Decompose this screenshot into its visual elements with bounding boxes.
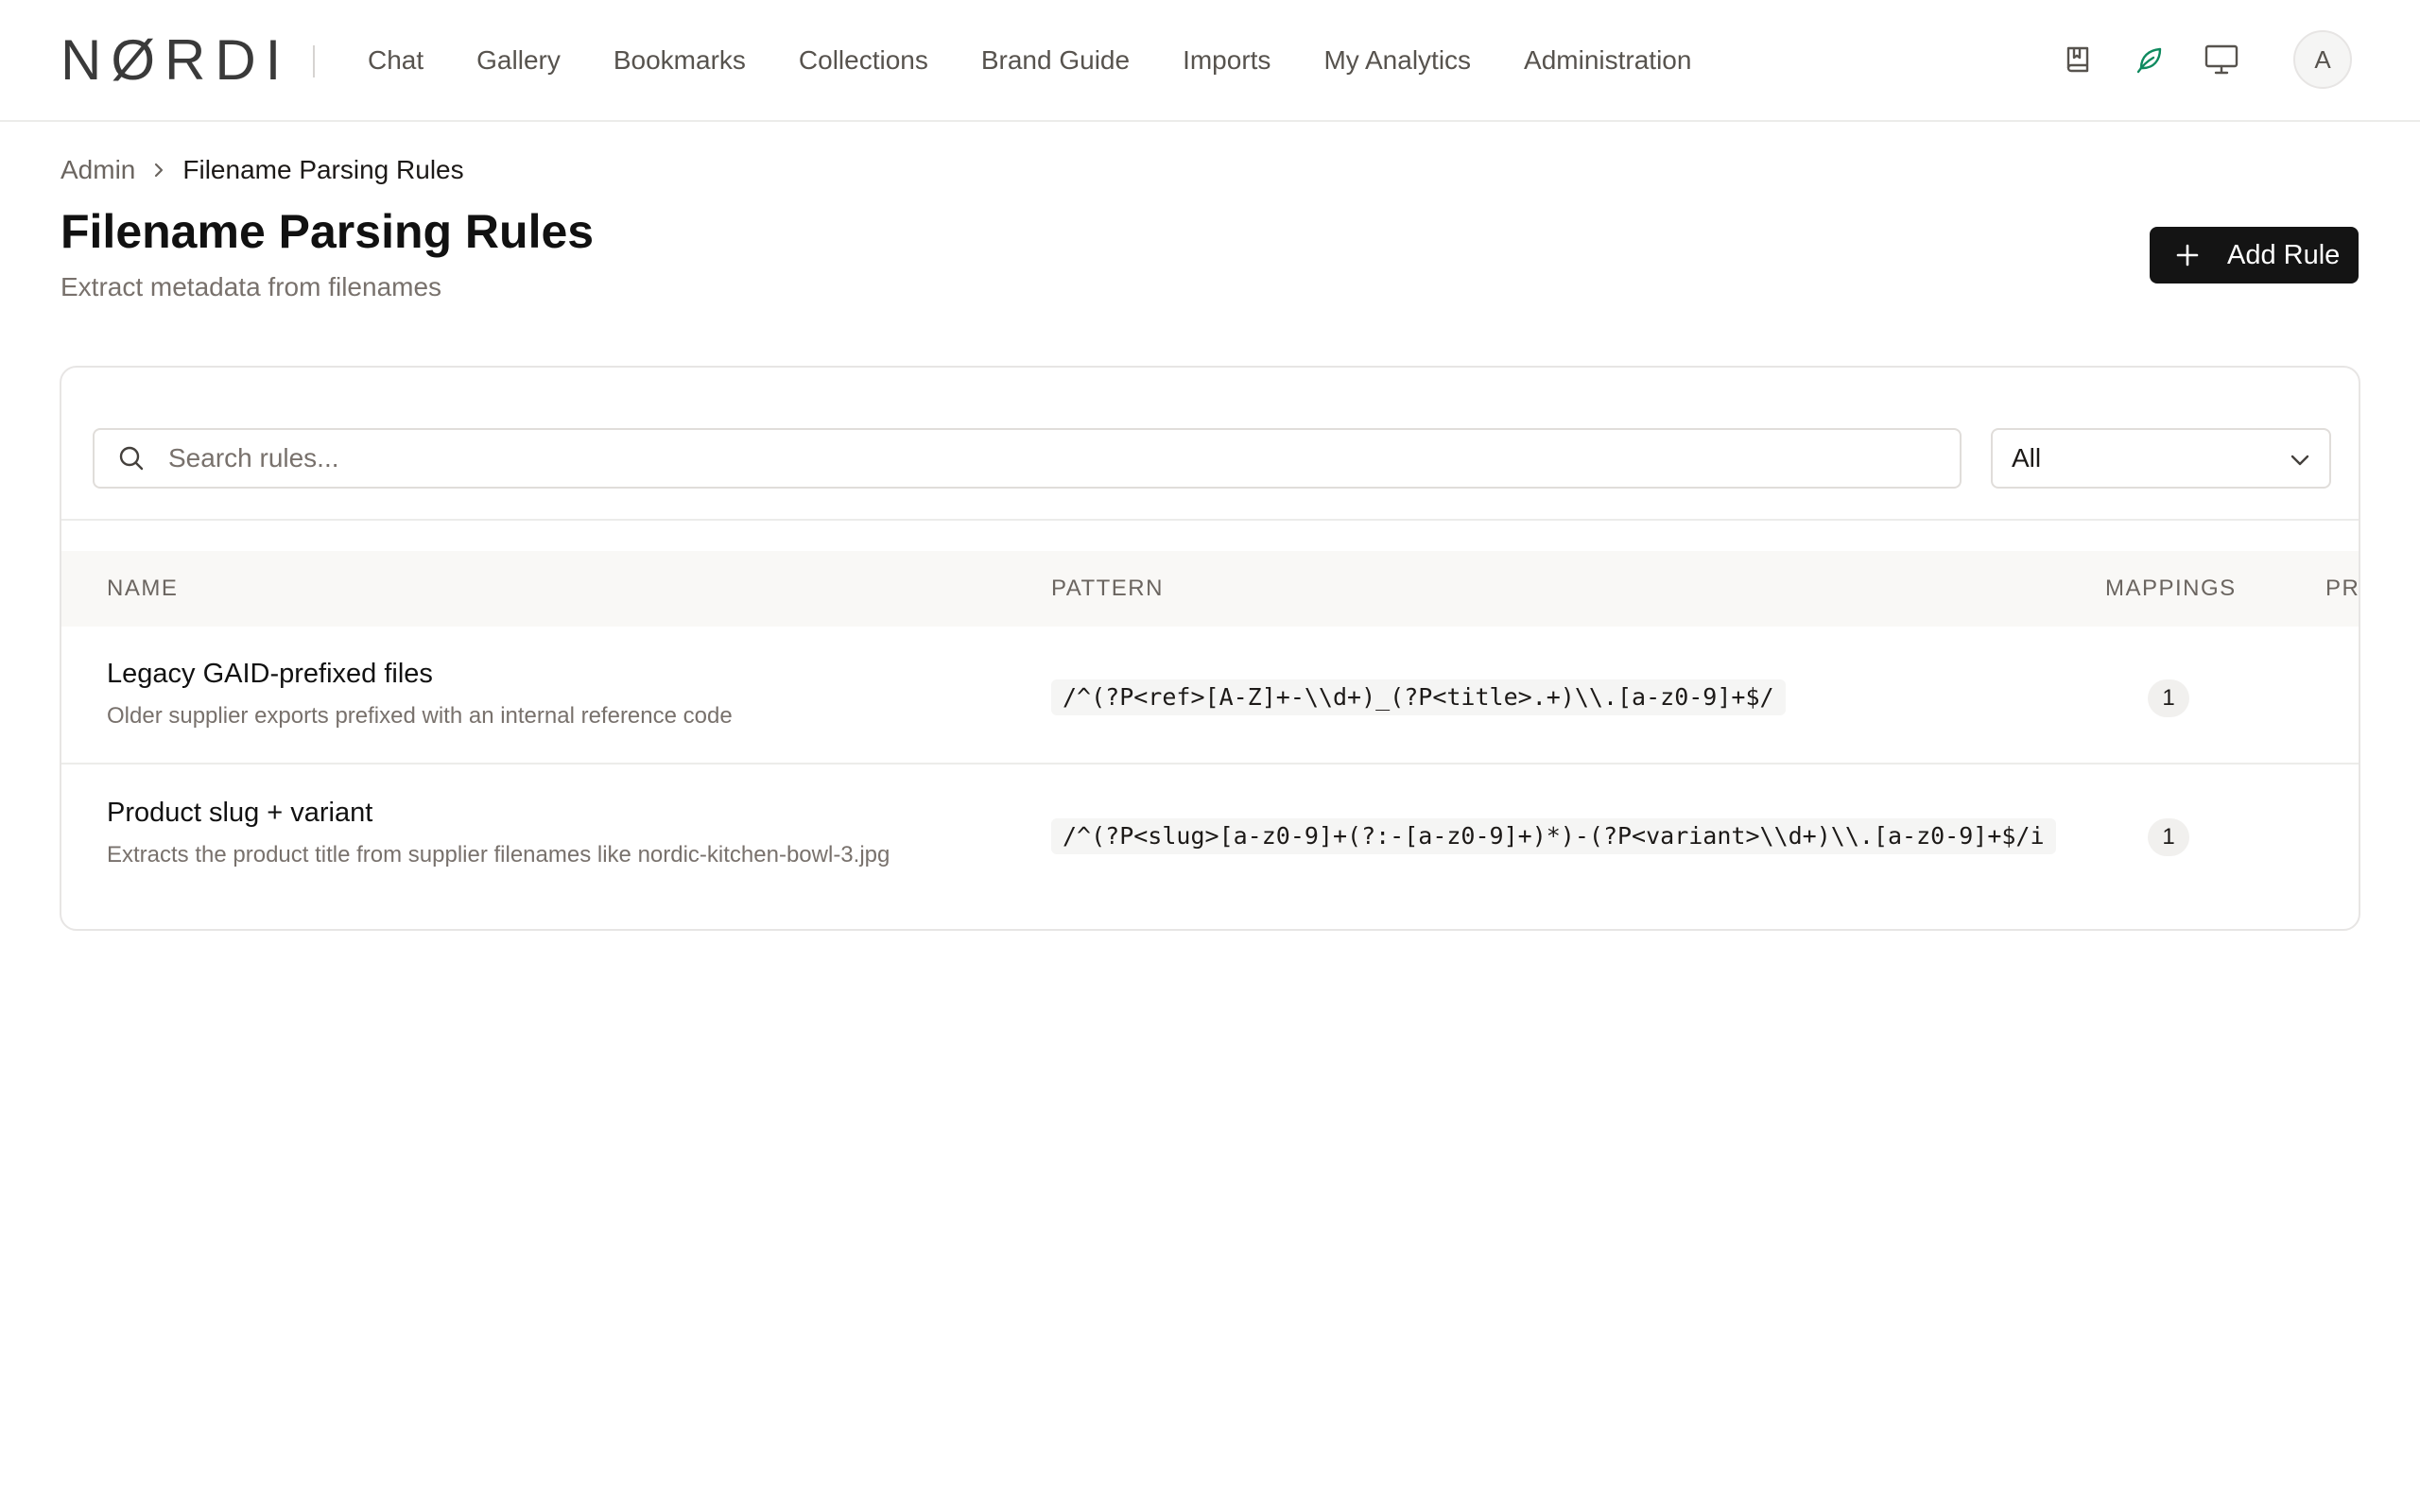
add-rule-button[interactable]: Add Rule bbox=[2150, 227, 2359, 284]
rule-description: Older supplier exports prefixed with an … bbox=[107, 703, 733, 729]
monitor-icon[interactable] bbox=[2203, 41, 2240, 78]
column-header-mappings[interactable]: MAPPINGS bbox=[2105, 551, 2237, 627]
rule-pattern: /^(?P<slug>[a-z0-9]+(?:-[a-z0-9]+)*)-(?P… bbox=[1051, 818, 2056, 854]
nav-item-chat[interactable]: Chat bbox=[368, 42, 424, 79]
nav-item-imports[interactable]: Imports bbox=[1183, 42, 1270, 79]
rule-pattern-cell: /^(?P<ref>[A-Z]+-\\d+)_(?P<title>.+)\\.[… bbox=[1051, 679, 1786, 715]
nav-item-brand-guide[interactable]: Brand Guide bbox=[981, 42, 1130, 79]
app-logo[interactable]: NØRDI bbox=[60, 32, 290, 89]
leaf-icon[interactable] bbox=[2131, 41, 2169, 78]
mappings-count-badge: 1 bbox=[2148, 818, 2189, 856]
status-filter-select[interactable]: All bbox=[1991, 428, 2331, 489]
page-title: Filename Parsing Rules bbox=[60, 205, 595, 258]
breadcrumb: Admin Filename Parsing Rules bbox=[60, 153, 464, 187]
nav-item-gallery[interactable]: Gallery bbox=[476, 42, 561, 79]
logo-divider bbox=[313, 45, 315, 77]
rule-name-cell: Legacy GAID-prefixed files Older supplie… bbox=[107, 655, 733, 732]
rules-card: All NAME PATTERN MAPPINGS PRI Legacy GAI… bbox=[60, 366, 2360, 931]
table-row[interactable]: Legacy GAID-prefixed files Older supplie… bbox=[61, 627, 2359, 765]
rule-name[interactable]: Legacy GAID-prefixed files bbox=[107, 655, 733, 693]
column-header-name[interactable]: NAME bbox=[107, 551, 178, 627]
add-rule-label: Add Rule bbox=[2227, 239, 2341, 270]
top-actions: A bbox=[2059, 30, 2352, 89]
breadcrumb-current: Filename Parsing Rules bbox=[182, 155, 464, 184]
main-nav: Chat Gallery Bookmarks Collections Brand… bbox=[368, 42, 1744, 79]
rule-pattern: /^(?P<ref>[A-Z]+-\\d+)_(?P<title>.+)\\.[… bbox=[1051, 679, 1786, 715]
search-input[interactable] bbox=[168, 443, 1870, 473]
column-header-priority[interactable]: PRI bbox=[2325, 551, 2359, 627]
nav-item-my-analytics[interactable]: My Analytics bbox=[1323, 42, 1471, 79]
rule-description: Extracts the product title from supplier… bbox=[107, 842, 890, 868]
chevron-right-icon bbox=[152, 161, 165, 180]
table-header: NAME PATTERN MAPPINGS PRI bbox=[61, 551, 2359, 627]
top-navigation-bar: NØRDI Chat Gallery Bookmarks Collections… bbox=[0, 0, 2420, 122]
nav-item-bookmarks[interactable]: Bookmarks bbox=[614, 42, 746, 79]
nav-item-collections[interactable]: Collections bbox=[799, 42, 928, 79]
table-row[interactable]: Product slug + variant Extracts the prod… bbox=[61, 765, 2359, 903]
rule-mappings-cell: 1 bbox=[2148, 679, 2189, 717]
column-header-pattern[interactable]: PATTERN bbox=[1051, 551, 1164, 627]
search-icon bbox=[115, 442, 147, 474]
rule-mappings-cell: 1 bbox=[2148, 818, 2189, 856]
bookmark-book-icon[interactable] bbox=[2059, 41, 2097, 78]
user-avatar[interactable]: A bbox=[2293, 30, 2352, 89]
rule-name[interactable]: Product slug + variant bbox=[107, 794, 890, 832]
rule-pattern-cell: /^(?P<slug>[a-z0-9]+(?:-[a-z0-9]+)*)-(?P… bbox=[1051, 818, 2056, 854]
mappings-count-badge: 1 bbox=[2148, 679, 2189, 717]
nav-item-administration[interactable]: Administration bbox=[1524, 42, 1691, 79]
select-value: All bbox=[2012, 443, 2042, 472]
chevron-down-icon bbox=[2290, 443, 2310, 473]
plus-icon bbox=[2174, 242, 2201, 268]
rule-name-cell: Product slug + variant Extracts the prod… bbox=[107, 794, 890, 871]
page-subtitle: Extract metadata from filenames bbox=[60, 272, 442, 301]
breadcrumb-admin-link[interactable]: Admin bbox=[60, 153, 135, 187]
filter-toolbar: All bbox=[61, 368, 2359, 521]
search-box[interactable] bbox=[93, 428, 1962, 489]
